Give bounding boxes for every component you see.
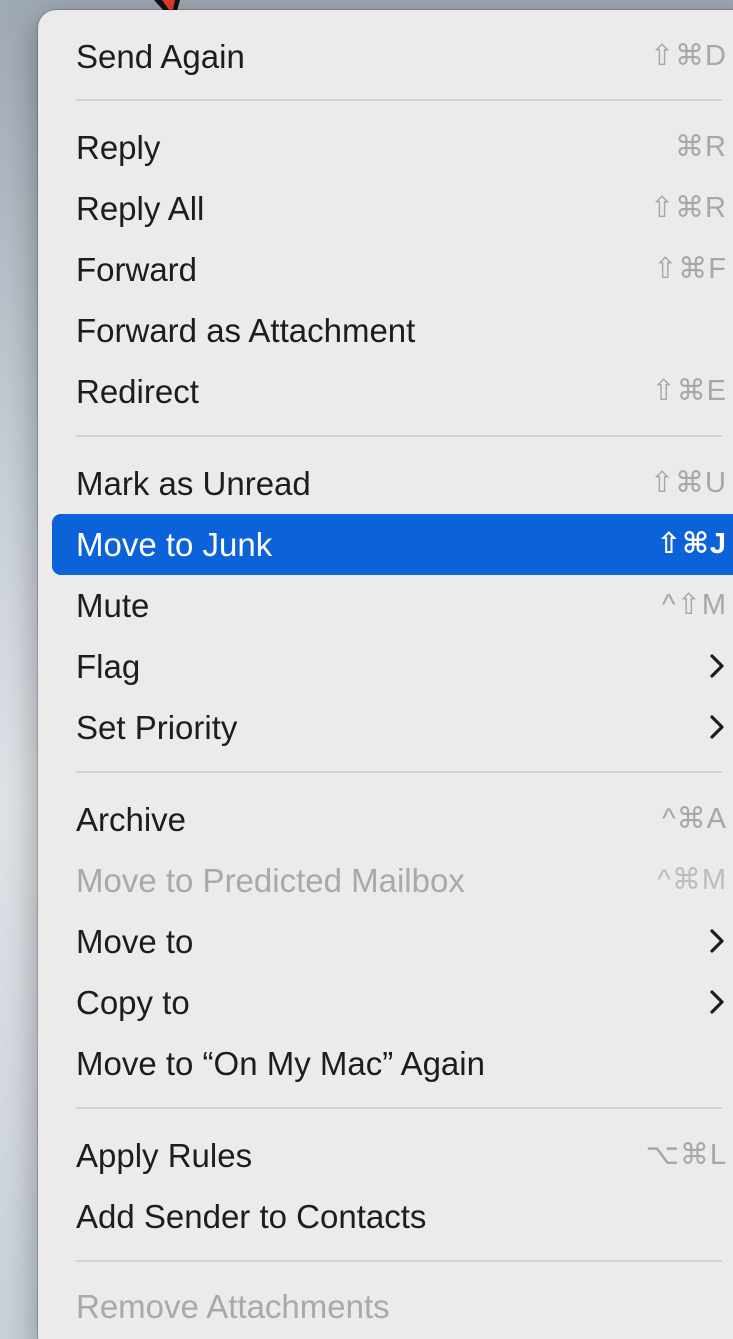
menu-item-set-priority[interactable]: Set Priority	[52, 697, 733, 758]
menu-item-send-again[interactable]: Send Again ⇧⌘D	[52, 26, 733, 87]
menu-item-remove-attachments: Remove Attachments	[52, 1276, 733, 1337]
chevron-right-icon	[710, 654, 724, 678]
menu-item-move-to-junk[interactable]: Move to Junk ⇧⌘J	[52, 514, 733, 575]
menu-separator	[76, 435, 722, 437]
context-menu: Send Again ⇧⌘D Reply ⌘R Reply All ⇧⌘R Fo…	[38, 10, 733, 1339]
menu-item-add-sender-to-contacts[interactable]: Add Sender to Contacts	[52, 1186, 733, 1247]
menu-item-forward[interactable]: Forward ⇧⌘F	[52, 239, 733, 300]
menu-item-label: Flag	[76, 648, 141, 685]
keyboard-shortcut: ⇧⌘U	[649, 467, 727, 499]
chevron-right-icon	[710, 715, 724, 739]
menu-item-label: Add Sender to Contacts	[76, 1198, 427, 1235]
menu-item-reply[interactable]: Reply ⌘R	[52, 117, 733, 178]
menu-item-label: Archive	[76, 801, 187, 838]
keyboard-shortcut: ^⌘A	[662, 803, 727, 835]
chevron-right-icon	[710, 929, 724, 953]
menu-item-label: Move to Junk	[76, 526, 273, 563]
menu-item-label: Mark as Unread	[76, 465, 311, 502]
menu-item-label: Forward	[76, 251, 198, 288]
menu-item-label: Reply All	[76, 190, 205, 227]
menu-item-label: Mute	[76, 587, 150, 624]
menu-item-mute[interactable]: Mute ^⇧M	[52, 575, 733, 636]
menu-item-move-to-on-my-mac-again[interactable]: Move to “On My Mac” Again	[52, 1033, 733, 1094]
keyboard-shortcut: ⌘R	[675, 131, 727, 163]
menu-separator	[76, 99, 722, 101]
chevron-right-icon	[710, 990, 724, 1014]
menu-item-label: Move to Predicted Mailbox	[76, 862, 465, 899]
menu-item-label: Redirect	[76, 373, 199, 410]
menu-item-label: Apply Rules	[76, 1137, 253, 1174]
menu-item-label: Move to	[76, 923, 194, 960]
menu-separator	[76, 1260, 722, 1262]
menu-item-apply-rules[interactable]: Apply Rules ⌥⌘L	[52, 1125, 733, 1186]
menu-item-redirect[interactable]: Redirect ⇧⌘E	[52, 361, 733, 422]
keyboard-shortcut: ⇧⌘R	[649, 192, 727, 224]
menu-item-reply-all[interactable]: Reply All ⇧⌘R	[52, 178, 733, 239]
menu-item-flag[interactable]: Flag	[52, 636, 733, 697]
keyboard-shortcut: ⇧⌘D	[649, 40, 727, 72]
menu-item-label: Forward as Attachment	[76, 312, 416, 349]
keyboard-shortcut: ⇧⌘J	[656, 528, 727, 560]
menu-item-label: Move to “On My Mac” Again	[76, 1045, 485, 1082]
menu-item-label: Send Again	[76, 38, 245, 75]
keyboard-shortcut: ⇧⌘F	[652, 253, 727, 285]
menu-item-archive[interactable]: Archive ^⌘A	[52, 789, 733, 850]
keyboard-shortcut: ^⌘M	[657, 864, 727, 896]
menu-item-label: Remove Attachments	[76, 1288, 390, 1325]
menu-item-label: Copy to	[76, 984, 190, 1021]
menu-separator	[76, 771, 722, 773]
menu-item-forward-as-attachment[interactable]: Forward as Attachment	[52, 300, 733, 361]
menu-item-move-to-predicted-mailbox: Move to Predicted Mailbox ^⌘M	[52, 850, 733, 911]
menu-item-move-to[interactable]: Move to	[52, 911, 733, 972]
keyboard-shortcut: ⇧⌘E	[651, 375, 727, 407]
menu-item-copy-to[interactable]: Copy to	[52, 972, 733, 1033]
menu-item-label: Set Priority	[76, 709, 238, 746]
menu-item-mark-as-unread[interactable]: Mark as Unread ⇧⌘U	[52, 453, 733, 514]
menu-item-label: Reply	[76, 129, 161, 166]
keyboard-shortcut: ⌥⌘L	[645, 1139, 727, 1171]
menu-separator	[76, 1107, 722, 1109]
keyboard-shortcut: ^⇧M	[661, 589, 727, 621]
